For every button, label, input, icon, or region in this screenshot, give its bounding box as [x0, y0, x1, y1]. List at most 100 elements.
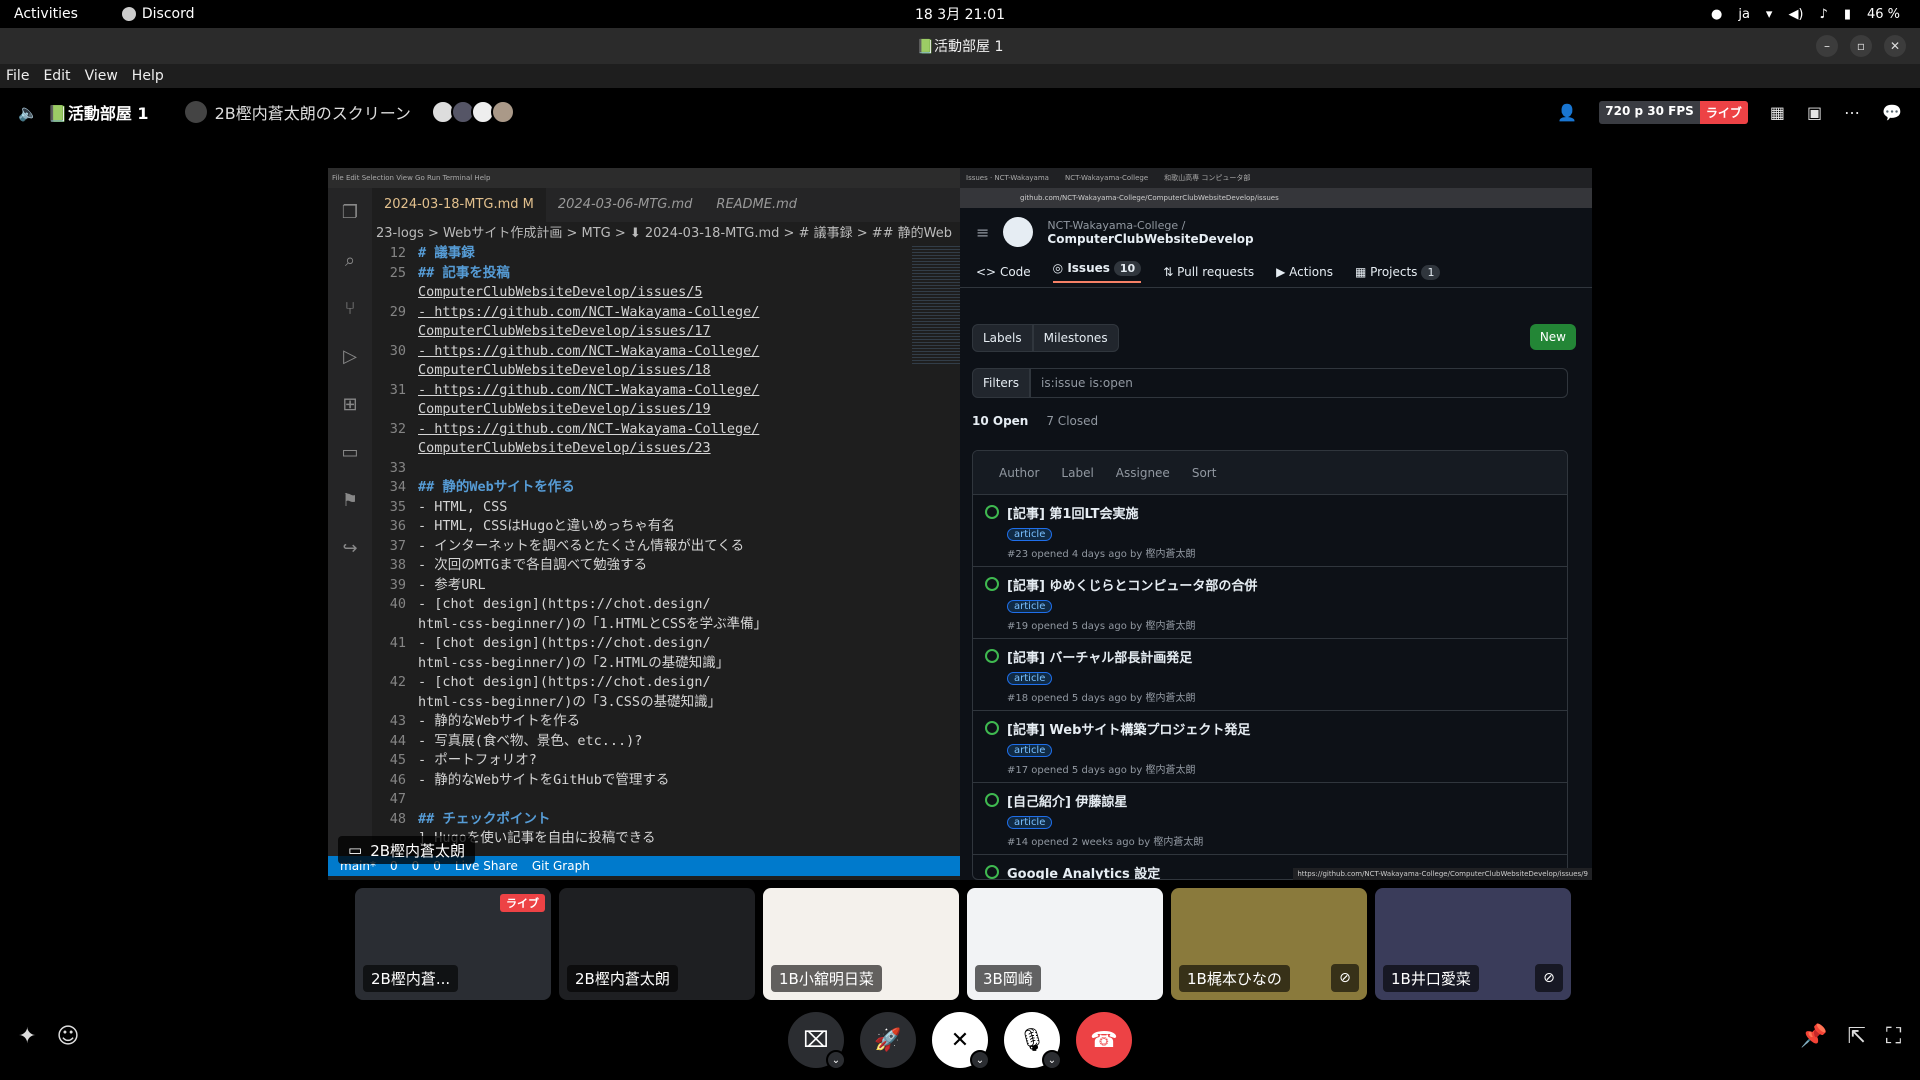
- popout-icon[interactable]: ▣: [1807, 103, 1822, 122]
- line-text: # 議事録: [418, 245, 475, 261]
- issues-toolbar: Labels Milestones: [972, 324, 1119, 352]
- line-number: 34: [389, 479, 406, 495]
- maximize-icon[interactable]: ▫: [1850, 35, 1872, 57]
- pin-icon[interactable]: 📌: [1800, 1024, 1827, 1049]
- stream-title: 2B樫内蒼太朗のスクリーン: [214, 104, 411, 123]
- line-number: 41: [389, 635, 406, 651]
- issue-title: [記事] バーチャル部長計画発足: [1007, 651, 1193, 666]
- line-text: - 参考URL: [418, 576, 486, 593]
- code-line: ComputerClubWebsiteDevelop/issues/19: [372, 400, 912, 420]
- clock[interactable]: 18 3月 21:01: [915, 4, 1005, 24]
- line-text: ## 静的Webサイトを作る: [418, 479, 575, 495]
- window-title-bar: 📗活動部屋 1 – ▫ ✕: [0, 28, 1920, 64]
- participant-tile[interactable]: 3B岡崎: [967, 888, 1163, 1000]
- chevron-down-icon[interactable]: ⌄: [970, 1050, 990, 1070]
- menu-view[interactable]: View: [85, 68, 118, 84]
- screen-share-stop-icon: ✕: [950, 1027, 970, 1053]
- chevron-down-icon[interactable]: ⌄: [826, 1050, 846, 1070]
- popout-icon[interactable]: ⇱: [1847, 1024, 1865, 1049]
- issue-label: article: [1007, 744, 1053, 757]
- mic-muted-icon: ⊘: [1331, 964, 1359, 992]
- line-number: 36: [389, 518, 406, 534]
- participant-name: 1B井口愛菜: [1383, 965, 1479, 992]
- code-line: 44 - 写真展(食べ物、景色、etc...)?: [372, 732, 912, 752]
- line-text: ComputerClubWebsiteDevelop/issues/17: [418, 323, 711, 339]
- issue-row: [記事] 第1回LT会実施 article #23 opened 4 days ag…: [973, 495, 1567, 567]
- github-logo-icon: [1003, 217, 1034, 247]
- explorer-icon: ❐: [341, 202, 359, 223]
- menu-file[interactable]: File: [6, 68, 29, 84]
- chat-icon[interactable]: 💬: [1882, 103, 1902, 122]
- left-corner-controls: ✦ ☺: [18, 1024, 79, 1049]
- input-method[interactable]: ja: [1738, 7, 1750, 22]
- new-issue-button: New: [1529, 324, 1576, 350]
- line-text: - https://github.com/NCT-Wakayama-Colleg…: [418, 420, 760, 437]
- line-number: 32: [389, 420, 406, 437]
- line-text: - HTML, CSS: [418, 498, 508, 515]
- participant-tile[interactable]: 1B小舘明日菜: [763, 888, 959, 1000]
- line-text: - HTML, CSSはHugoと違いめっちゃ有名: [418, 518, 675, 534]
- line-text: ComputerClubWebsiteDevelop/issues/18: [418, 362, 711, 378]
- speaker-icon[interactable]: 🔈: [18, 103, 38, 122]
- system-tray[interactable]: ● ja ▾ ◀) ♪ ▮ 46 %: [1711, 0, 1900, 28]
- participant-tile[interactable]: 2B樫内蒼太朗: [559, 888, 755, 1000]
- participant-name: 1B梶本ひなの: [1179, 965, 1290, 992]
- viewer-avatars[interactable]: [430, 100, 515, 124]
- avatar: [490, 100, 515, 124]
- discord-tray-icon[interactable]: ●: [1711, 7, 1722, 22]
- add-people-icon[interactable]: 👤: [1557, 103, 1577, 122]
- microphone-icon: ♪: [1819, 6, 1828, 22]
- voice-channel-name: 📗活動部屋 1: [47, 104, 149, 123]
- stop-screen-share-button[interactable]: ✕ ⌄: [932, 1012, 990, 1070]
- issue-meta: #17 opened 5 days ago by 樫内蒼太朗: [1007, 765, 1196, 776]
- tab-readme: README.md: [716, 197, 798, 212]
- close-icon[interactable]: ✕: [1884, 35, 1906, 57]
- camera-off-button[interactable]: ⌧ ⌄: [788, 1012, 846, 1070]
- menu-edit[interactable]: Edit: [43, 68, 70, 84]
- mic-muted-icon: ⊘: [1535, 964, 1563, 992]
- minimize-icon[interactable]: –: [1816, 35, 1838, 57]
- chevron-down-icon[interactable]: ⌄: [1042, 1050, 1062, 1070]
- minimap: [912, 244, 960, 364]
- shared-screen[interactable]: File Edit Selection View Go Run Terminal…: [328, 168, 1592, 880]
- menu-help[interactable]: Help: [132, 68, 164, 84]
- link-hover-status: https://github.com/NCT-Wakayama-College/…: [1293, 868, 1592, 880]
- code-line: 47: [372, 790, 912, 810]
- activities-button[interactable]: Activities: [14, 6, 78, 22]
- line-text: - ポートフォリオ?: [418, 752, 537, 768]
- activity-icon[interactable]: ✦: [18, 1024, 36, 1049]
- activities-rocket-button[interactable]: 🚀: [860, 1012, 916, 1068]
- participant-tile[interactable]: 1B梶本ひなの ⊘: [1171, 888, 1367, 1000]
- line-number: [372, 693, 418, 713]
- stream-tile[interactable]: ライブ 2B樫内蒼...: [355, 888, 551, 1000]
- issue-meta: #18 opened 5 days ago by 樫内蒼太朗: [1007, 693, 1196, 704]
- code-line: 41 - [chot design](https://chot.design/: [372, 634, 912, 654]
- issue-row: [記事] ゆめくじらとコンピュータ部の合併 article #19 opened 5…: [973, 567, 1567, 639]
- issue-open-icon: [985, 649, 999, 663]
- browser-tab: NCT-Wakayama-College: [1064, 174, 1149, 182]
- issue-open-icon: [985, 721, 999, 735]
- microphone-button[interactable]: 🎙 ⌄: [1004, 1012, 1062, 1070]
- leave-call-button[interactable]: ☎: [1076, 1012, 1132, 1068]
- more-options-icon[interactable]: ⋯: [1844, 103, 1860, 122]
- participant-tiles: ライブ 2B樫内蒼... 2B樫内蒼太朗 1B小舘明日菜 3B岡崎 1B梶本ひなの ⊘ 1B井…: [355, 888, 1571, 1000]
- line-text: ## 記事を投稿: [418, 264, 510, 281]
- github-header: ≡ NCT-Wakayama-College / ComputerClubWeb…: [960, 208, 1592, 256]
- line-number: 12: [389, 245, 406, 261]
- issue-meta: #19 opened 5 days ago by 樫内蒼太朗: [1007, 621, 1196, 632]
- issue-title: [記事] 第1回LT会実施: [1007, 507, 1139, 522]
- grid-view-icon[interactable]: ▦: [1770, 103, 1785, 122]
- participant-name: 1B小舘明日菜: [771, 965, 882, 992]
- issue-row: [記事] Webサイト構築プロジェクト発足 article #17 opened 5…: [973, 711, 1567, 783]
- emoji-icon[interactable]: ☺: [56, 1024, 79, 1049]
- app-menu[interactable]: Discord: [121, 6, 195, 22]
- milestones-button: Milestones: [1032, 324, 1119, 352]
- rocket-icon: 🚀: [874, 1027, 902, 1053]
- participant-tile[interactable]: 1B井口愛菜 ⊘: [1375, 888, 1571, 1000]
- fullscreen-icon[interactable]: ⛶: [1886, 1024, 1901, 1049]
- issue-title: [自己紹介] 伊藤諒星: [1007, 795, 1128, 810]
- live-share-icon: ↪: [342, 538, 358, 559]
- line-number: 42: [389, 674, 406, 690]
- line-text: html-css-beginner/)の「2.HTMLの基礎知識」: [418, 654, 730, 671]
- author-filter: Author: [999, 465, 1040, 480]
